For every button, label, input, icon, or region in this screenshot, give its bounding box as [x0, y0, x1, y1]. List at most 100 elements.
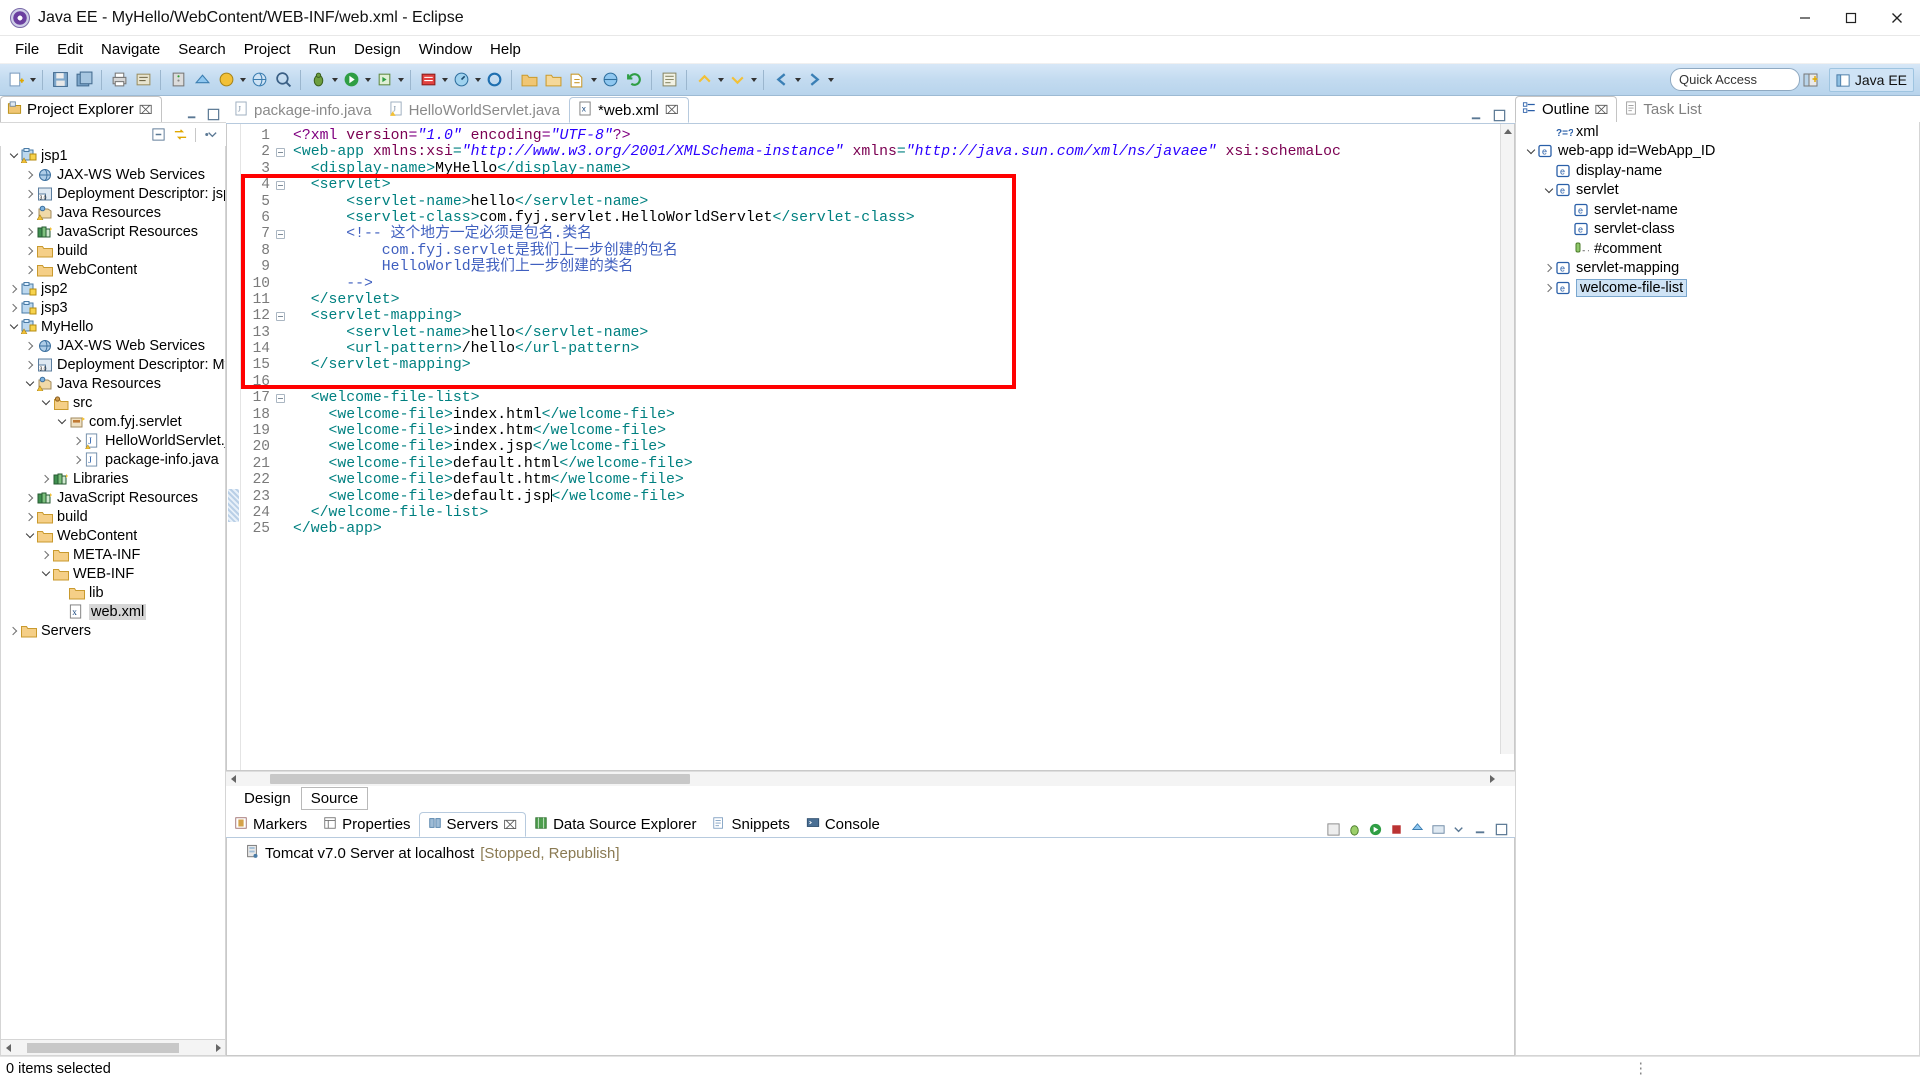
code-line[interactable]: </web-app> [293, 521, 1514, 537]
run-dropdown-icon[interactable] [363, 68, 372, 92]
fold-collapse-icon[interactable] [273, 390, 287, 406]
close-icon[interactable]: ⌧ [665, 103, 679, 117]
chevron-right-icon[interactable] [23, 260, 37, 279]
menu-file[interactable]: File [6, 38, 48, 61]
profile-dropdown-icon[interactable] [473, 68, 482, 92]
chevron-down-icon[interactable] [23, 526, 37, 545]
scroll-left-icon[interactable] [226, 772, 240, 787]
chevron-right-icon[interactable] [23, 203, 37, 222]
menu-design[interactable]: Design [345, 38, 410, 61]
publish-server-icon[interactable] [1410, 822, 1425, 837]
chevron-right-icon[interactable] [23, 165, 37, 184]
new-file-dropdown-icon[interactable] [589, 68, 598, 92]
code-line[interactable]: </servlet-mapping> [293, 357, 1514, 373]
tree-item-javascript-resources[interactable]: JavaScript Resources [1, 488, 225, 507]
chevron-right-icon[interactable] [1542, 259, 1556, 278]
code-line[interactable]: <welcome-file>index.jsp</welcome-file> [293, 439, 1514, 455]
editor-tab-package-info[interactable]: J package-info.java [226, 97, 381, 123]
chevron-right-icon[interactable] [23, 355, 37, 374]
previous-annotation-dropdown-icon[interactable] [716, 68, 725, 92]
fold-collapse-icon[interactable] [273, 226, 287, 242]
code-line[interactable]: com.fyj.servlet是我们上一步创建的包名 [293, 243, 1514, 259]
tree-item-jax-ws-web-services[interactable]: JAX-WS Web Services [1, 165, 225, 184]
run-icon[interactable] [340, 68, 362, 92]
collapse-all-icon[interactable] [151, 127, 166, 142]
tab-task-list[interactable]: Task List [1617, 96, 1710, 122]
source-editor[interactable]: 1234567891011121314151617181920212223242… [226, 124, 1515, 771]
start-server-icon[interactable] [1326, 822, 1341, 837]
servers-view-content[interactable]: Tomcat v7.0 Server at localhost [Stopped… [226, 838, 1515, 1056]
tree-item-lib[interactable]: lib [1, 583, 225, 602]
tree-item-build[interactable]: build [1, 507, 225, 526]
tab-servers[interactable]: Servers ⌧ [419, 812, 527, 837]
link-with-editor-icon[interactable] [173, 127, 188, 142]
chevron-right-icon[interactable] [39, 469, 53, 488]
search-toolbar-icon[interactable] [483, 68, 505, 92]
add-module-icon[interactable] [1431, 822, 1446, 837]
minimize-button[interactable] [1782, 0, 1828, 36]
editor-vscrollbar[interactable] [1500, 124, 1514, 754]
chevron-right-icon[interactable] [1542, 278, 1556, 297]
tree-item-build[interactable]: build [1, 241, 225, 260]
outline-item-servlet[interactable]: eservlet [1516, 181, 1919, 201]
menu-edit[interactable]: Edit [48, 38, 92, 61]
outline-item-web-app-id-webapp-id[interactable]: eweb-app id=WebApp_ID [1516, 142, 1919, 162]
chevron-down-icon[interactable] [23, 374, 37, 393]
perspective-java-ee[interactable]: Java EE [1829, 68, 1914, 92]
view-menu-icon[interactable] [203, 127, 218, 142]
new-wizard-icon[interactable] [5, 68, 27, 92]
chevron-right-icon[interactable] [7, 621, 21, 640]
tree-item-meta-inf[interactable]: META-INF [1, 545, 225, 564]
code-line[interactable]: </servlet> [293, 292, 1514, 308]
scroll-up-icon[interactable] [1501, 124, 1514, 138]
chevron-down-icon[interactable] [39, 393, 53, 412]
run-server-icon[interactable] [1368, 822, 1383, 837]
code-line[interactable]: <welcome-file>default.html</welcome-file… [293, 456, 1514, 472]
menu-search[interactable]: Search [169, 38, 235, 61]
chevron-right-icon[interactable] [23, 488, 37, 507]
menu-navigate[interactable]: Navigate [92, 38, 169, 61]
run-ant-dropdown-icon[interactable] [440, 68, 449, 92]
scrollbar-thumb[interactable] [27, 1043, 179, 1053]
chevron-down-icon[interactable] [55, 412, 69, 431]
chevron-right-icon[interactable] [71, 450, 85, 469]
open-perspective-button[interactable] [1796, 68, 1826, 92]
minimize-view-icon[interactable] [186, 107, 201, 122]
code-line[interactable]: <welcome-file-list> [293, 390, 1514, 406]
new-server-icon[interactable] [167, 68, 189, 92]
code-line[interactable]: </welcome-file-list> [293, 505, 1514, 521]
tab-console[interactable]: Console [798, 812, 888, 837]
chevron-down-icon[interactable] [39, 564, 53, 583]
outline-item-display-name[interactable]: edisplay-name [1516, 161, 1919, 181]
tree-item-myhello[interactable]: MyHello [1, 317, 225, 336]
minimize-editor-icon[interactable] [1469, 108, 1484, 123]
bottom-view-menu-icon[interactable] [1452, 822, 1467, 837]
minimize-bottom-icon[interactable] [1473, 822, 1488, 837]
status-overflow-icon[interactable]: ⋮ [1634, 1061, 1651, 1077]
tab-outline[interactable]: Outline ⌧ [1515, 96, 1617, 122]
save-icon[interactable] [49, 68, 71, 92]
menu-project[interactable]: Project [235, 38, 300, 61]
code-line[interactable]: <display-name>MyHello</display-name> [293, 161, 1514, 177]
tree-item-src[interactable]: src [1, 393, 225, 412]
code-line[interactable]: --> [293, 276, 1514, 292]
chevron-down-icon[interactable] [7, 146, 21, 165]
publish-icon[interactable] [215, 68, 237, 92]
chevron-right-icon[interactable] [23, 336, 37, 355]
project-tree[interactable]: jsp1JAX-WS Web Services3.0Deployment Des… [0, 146, 226, 1040]
code-line[interactable]: <welcome-file>index.htm</welcome-file> [293, 423, 1514, 439]
tree-item-helloworldservlet-j[interactable]: JHelloWorldServlet.j [1, 431, 225, 450]
tree-item-com-fyj-servlet[interactable]: com.fyj.servlet [1, 412, 225, 431]
tab-properties[interactable]: Properties [315, 812, 418, 837]
deploy-icon[interactable] [191, 68, 213, 92]
tree-item-webcontent[interactable]: WebContent [1, 526, 225, 545]
tree-item-jsp3[interactable]: jsp3 [1, 298, 225, 317]
code-line[interactable]: HelloWorld是我们上一步创建的类名 [293, 259, 1514, 275]
chevron-down-icon[interactable] [7, 317, 21, 336]
menu-run[interactable]: Run [299, 38, 345, 61]
run-ant-icon[interactable] [417, 68, 439, 92]
refresh-icon[interactable] [623, 68, 645, 92]
print-icon[interactable] [108, 68, 130, 92]
stop-server-icon[interactable] [1389, 822, 1404, 837]
tab-source[interactable]: Source [301, 787, 369, 810]
